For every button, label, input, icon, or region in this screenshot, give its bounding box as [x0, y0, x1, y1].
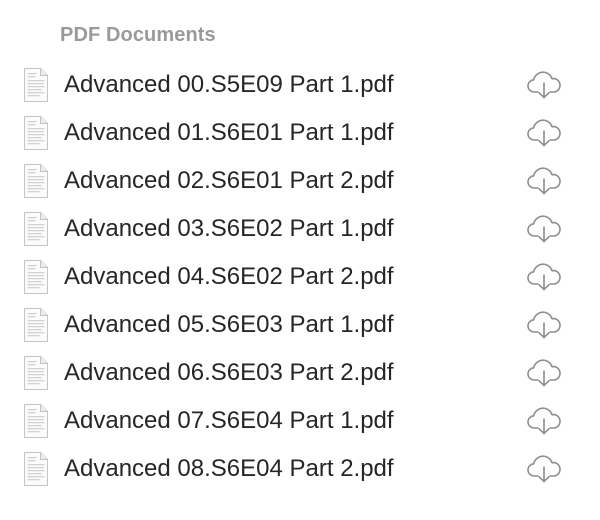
file-list: Advanced 00.S5E09 Part 1.pdf Advanced 01… [0, 61, 600, 493]
file-row[interactable]: Advanced 02.S6E01 Part 2.pdf [0, 157, 600, 205]
file-name: Advanced 06.S6E03 Part 2.pdf [64, 359, 394, 386]
pdf-document-icon [22, 211, 50, 247]
file-row[interactable]: Advanced 04.S6E02 Part 2.pdf [0, 253, 600, 301]
file-name: Advanced 01.S6E01 Part 1.pdf [64, 119, 394, 146]
cloud-download-icon[interactable] [526, 118, 562, 148]
pdf-document-icon [22, 259, 50, 295]
file-row[interactable]: Advanced 00.S5E09 Part 1.pdf [0, 61, 600, 109]
cloud-download-icon[interactable] [526, 454, 562, 484]
file-row[interactable]: Advanced 07.S6E04 Part 1.pdf [0, 397, 600, 445]
section-header: PDF Documents [60, 24, 216, 46]
cloud-download-icon[interactable] [526, 70, 562, 100]
pdf-document-icon [22, 355, 50, 391]
file-name: Advanced 04.S6E02 Part 2.pdf [64, 263, 394, 290]
cloud-download-icon[interactable] [526, 310, 562, 340]
file-row[interactable]: Advanced 01.S6E01 Part 1.pdf [0, 109, 600, 157]
pdf-document-icon [22, 403, 50, 439]
file-name: Advanced 07.S6E04 Part 1.pdf [64, 407, 394, 434]
file-name: Advanced 00.S5E09 Part 1.pdf [64, 71, 394, 98]
file-row[interactable]: Advanced 08.S6E04 Part 2.pdf [0, 445, 600, 493]
file-row[interactable]: Advanced 06.S6E03 Part 2.pdf [0, 349, 600, 397]
pdf-document-icon [22, 163, 50, 199]
file-name: Advanced 03.S6E02 Part 1.pdf [64, 215, 394, 242]
file-name: Advanced 02.S6E01 Part 2.pdf [64, 167, 394, 194]
file-name: Advanced 08.S6E04 Part 2.pdf [64, 455, 394, 482]
pdf-document-icon [22, 115, 50, 151]
pdf-document-icon [22, 451, 50, 487]
cloud-download-icon[interactable] [526, 262, 562, 292]
file-row[interactable]: Advanced 03.S6E02 Part 1.pdf [0, 205, 600, 253]
file-name: Advanced 05.S6E03 Part 1.pdf [64, 311, 394, 338]
cloud-download-icon[interactable] [526, 358, 562, 388]
file-row[interactable]: Advanced 05.S6E03 Part 1.pdf [0, 301, 600, 349]
cloud-download-icon[interactable] [526, 166, 562, 196]
pdf-document-icon [22, 67, 50, 103]
cloud-download-icon[interactable] [526, 406, 562, 436]
cloud-download-icon[interactable] [526, 214, 562, 244]
pdf-document-icon [22, 307, 50, 343]
